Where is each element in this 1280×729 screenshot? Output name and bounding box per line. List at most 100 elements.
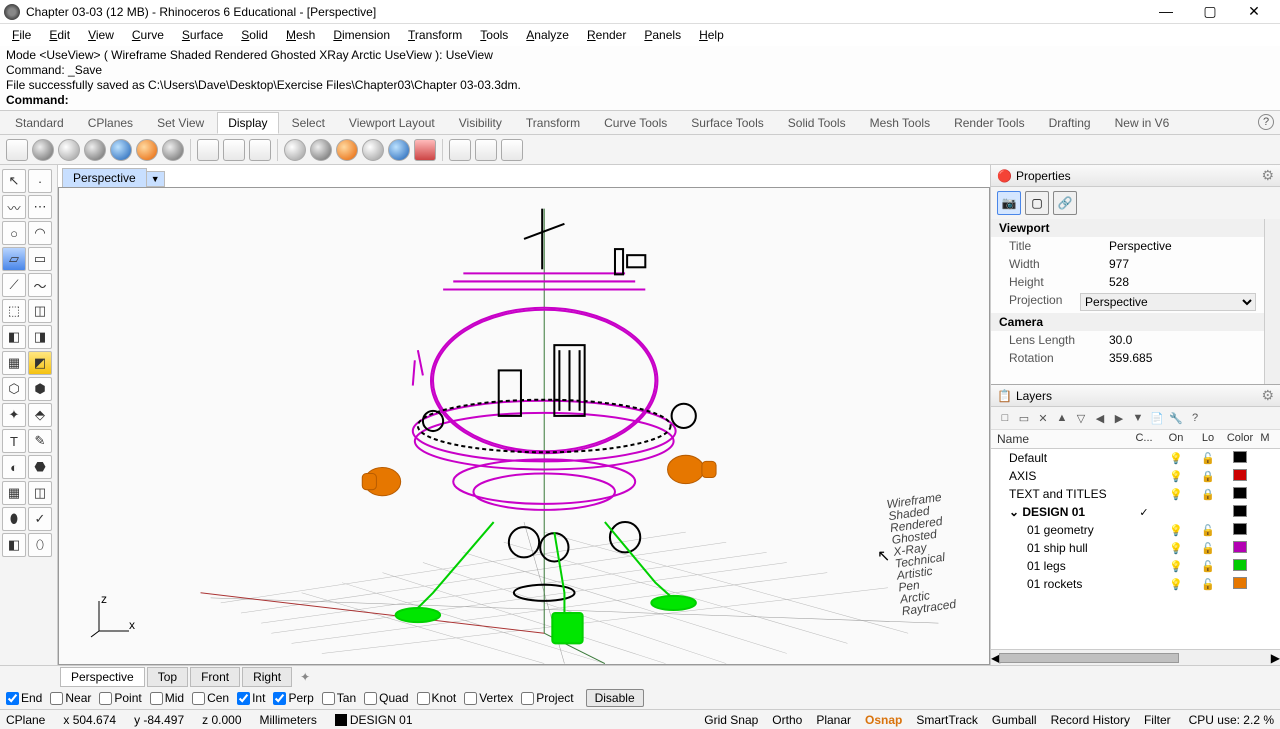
viewport-tab-perspective[interactable]: Perspective — [62, 168, 147, 187]
tab-mesh-tools[interactable]: Mesh Tools — [859, 112, 941, 134]
next-icon[interactable]: ▶ — [1111, 410, 1127, 426]
tools-icon[interactable]: 📄 — [1149, 410, 1165, 426]
layer-row[interactable]: TEXT and TITLES💡🔒 — [991, 485, 1280, 503]
osnap-perp[interactable]: Perp — [273, 691, 313, 705]
tool-icon-6-0[interactable]: ◧ — [2, 325, 26, 349]
tool-icon-9-0[interactable]: ✦ — [2, 403, 26, 427]
props-texture-icon[interactable]: 🔗 — [1053, 191, 1077, 215]
viewport-tab-dropdown[interactable]: ▼ — [147, 171, 165, 187]
delete-layer-icon[interactable]: ✕ — [1035, 410, 1051, 426]
toolbar-icon-env3[interactable] — [362, 139, 384, 161]
viewport-bottom-tab-front[interactable]: Front — [190, 667, 240, 687]
menu-help[interactable]: Help — [691, 26, 732, 44]
toolbar-icon-wireframe[interactable] — [6, 139, 28, 161]
tab-display[interactable]: Display — [217, 112, 278, 134]
gear-icon[interactable]: ⚙ — [1261, 167, 1274, 184]
disable-button[interactable]: Disable — [586, 689, 644, 707]
tab-curve-tools[interactable]: Curve Tools — [593, 112, 678, 134]
toolbar-icon-shaded[interactable] — [32, 139, 54, 161]
tool-icon-3-0[interactable]: ▱ — [2, 247, 26, 271]
menu-surface[interactable]: Surface — [174, 26, 231, 44]
layer-row[interactable]: ⌄ DESIGN 01✓ — [991, 503, 1280, 521]
tab-cplanes[interactable]: CPlanes — [77, 112, 144, 134]
toolbar-icon-toggle[interactable] — [249, 139, 271, 161]
tool-icon-8-0[interactable]: ⬡ — [2, 377, 26, 401]
tab-select[interactable]: Select — [281, 112, 336, 134]
props-material-icon[interactable]: ▢ — [1025, 191, 1049, 215]
toolbar-icon-arctic[interactable] — [162, 139, 184, 161]
maximize-button[interactable]: ▢ — [1196, 3, 1224, 20]
tool-icon-12-0[interactable]: ▦ — [2, 481, 26, 505]
viewport-bottom-tab-top[interactable]: Top — [147, 667, 188, 687]
tool-icon-1-0[interactable]: 〰 — [2, 195, 26, 219]
toolbar-icon-shade[interactable] — [223, 139, 245, 161]
tool-icon-12-1[interactable]: ◫ — [28, 481, 52, 505]
tab-render-tools[interactable]: Render Tools — [943, 112, 1036, 134]
osnap-project[interactable]: Project — [521, 691, 573, 705]
menu-analyze[interactable]: Analyze — [518, 26, 577, 44]
tool-icon-7-0[interactable]: ▦ — [2, 351, 26, 375]
osnap-quad[interactable]: Quad — [364, 691, 408, 705]
tab-standard[interactable]: Standard — [4, 112, 75, 134]
menu-curve[interactable]: Curve — [124, 26, 172, 44]
tool-icon-2-1[interactable]: ◠ — [28, 221, 52, 245]
tool-icon-0-0[interactable]: ↖ — [2, 169, 26, 193]
tool-icon-4-0[interactable]: ⟋ — [2, 273, 26, 297]
prev-icon[interactable]: ◀ — [1092, 410, 1108, 426]
tool-icon-10-1[interactable]: ✎ — [28, 429, 52, 453]
toolbar-icon-env2[interactable] — [310, 139, 332, 161]
menu-view[interactable]: View — [80, 26, 122, 44]
menu-edit[interactable]: Edit — [41, 26, 78, 44]
gear-icon[interactable]: ⚙ — [1261, 387, 1274, 404]
osnap-point[interactable]: Point — [99, 691, 141, 705]
tab-set-view[interactable]: Set View — [146, 112, 215, 134]
viewport-bottom-tab-right[interactable]: Right — [242, 667, 292, 687]
layers-h-scrollbar[interactable]: ◀▶ — [991, 649, 1280, 665]
menu-mesh[interactable]: Mesh — [278, 26, 323, 44]
tool-icon-9-1[interactable]: ⬘ — [28, 403, 52, 427]
toolbar-icon-sun[interactable] — [336, 139, 358, 161]
tool-icon-7-1[interactable]: ◩ — [28, 351, 52, 375]
tool-icon-3-1[interactable]: ▭ — [28, 247, 52, 271]
osnap-knot[interactable]: Knot — [417, 691, 457, 705]
osnap-tan[interactable]: Tan — [322, 691, 356, 705]
tool-icon-6-1[interactable]: ◨ — [28, 325, 52, 349]
tab-transform[interactable]: Transform — [515, 112, 591, 134]
toolbar-icon-ghosted[interactable] — [84, 139, 106, 161]
osnap-cen[interactable]: Cen — [192, 691, 229, 705]
menu-panels[interactable]: Panels — [636, 26, 689, 44]
viewport-bottom-tab-perspective[interactable]: Perspective — [60, 667, 145, 687]
menu-tools[interactable]: Tools — [472, 26, 516, 44]
tool-icon-5-0[interactable]: ⬚ — [2, 299, 26, 323]
toolbar-icon-clip[interactable] — [414, 139, 436, 161]
toolbar-icon-panel[interactable] — [449, 139, 471, 161]
projection-select[interactable]: Perspective — [1080, 293, 1256, 311]
toolbar-icon-box[interactable] — [501, 139, 523, 161]
tool-icon-13-0[interactable]: ⬮ — [2, 507, 26, 531]
props-scrollbar[interactable] — [1264, 219, 1280, 384]
tool-icon-11-1[interactable]: ⬣ — [28, 455, 52, 479]
osnap-near[interactable]: Near — [50, 691, 91, 705]
wrench-icon[interactable]: 🔧 — [1168, 410, 1184, 426]
tab-new-in-v6[interactable]: New in V6 — [1104, 112, 1181, 134]
move-down-icon[interactable]: ▽ — [1073, 410, 1089, 426]
new-sublayer-icon[interactable]: ▭ — [1016, 410, 1032, 426]
tab-surface-tools[interactable]: Surface Tools — [680, 112, 775, 134]
osnap-end[interactable]: End — [6, 691, 42, 705]
menu-dimension[interactable]: Dimension — [325, 26, 398, 44]
filter-icon[interactable]: ▼ — [1130, 410, 1146, 426]
layer-row[interactable]: 01 ship hull💡🔓 — [991, 539, 1280, 557]
toolbar-icon-env1[interactable] — [284, 139, 306, 161]
help-icon[interactable]: ? — [1258, 114, 1274, 130]
layer-row[interactable]: 01 rockets💡🔓 — [991, 575, 1280, 593]
minimize-button[interactable]: — — [1152, 3, 1180, 20]
layer-row[interactable]: 01 geometry💡🔓 — [991, 521, 1280, 539]
tool-icon-11-0[interactable]: ◐ — [2, 455, 26, 479]
tab-visibility[interactable]: Visibility — [448, 112, 513, 134]
tool-icon-14-0[interactable]: ◧ — [2, 533, 26, 557]
toolbar-icon-rendered[interactable] — [58, 139, 80, 161]
props-viewport-icon[interactable]: 📷 — [997, 191, 1021, 215]
menu-render[interactable]: Render — [579, 26, 634, 44]
tool-icon-5-1[interactable]: ◫ — [28, 299, 52, 323]
toolbar-icon-flat[interactable] — [197, 139, 219, 161]
